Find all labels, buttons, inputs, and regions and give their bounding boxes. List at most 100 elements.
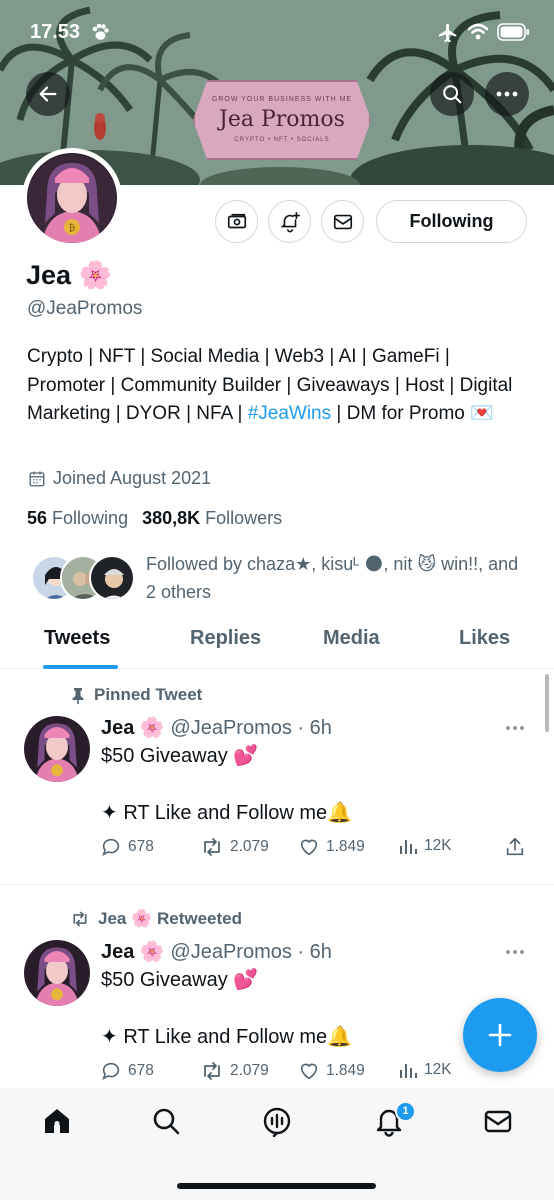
message-button[interactable] bbox=[321, 200, 364, 243]
tweet-header: Jea 🌸 @JeaPromos · 6h bbox=[101, 939, 332, 964]
tweet-more-icon[interactable] bbox=[505, 725, 525, 731]
follower-avatar bbox=[89, 555, 135, 601]
wifi-icon bbox=[468, 23, 488, 40]
pin-icon bbox=[72, 687, 84, 704]
tweet-actions: 678 2.079 1.849 12K bbox=[100, 1060, 530, 1086]
tweet-actions: 678 2.079 1.849 12K bbox=[100, 836, 530, 862]
following-label: Following bbox=[52, 508, 129, 528]
retweet-icon bbox=[204, 838, 220, 856]
scrollbar[interactable] bbox=[545, 674, 549, 732]
like-icon bbox=[300, 839, 318, 856]
tweet-card[interactable]: Jea 🌸 Retweeted Jea 🌸 @JeaPromos · 6h $5… bbox=[0, 909, 554, 1089]
retweeted-text: Jea 🌸 Retweeted bbox=[98, 909, 243, 928]
calendar-icon bbox=[29, 471, 45, 486]
tweet-author-name[interactable]: Jea 🌸 bbox=[101, 717, 165, 739]
tweet-author-name[interactable]: Jea 🌸 bbox=[101, 941, 165, 963]
retweet-button[interactable]: 2.079 bbox=[200, 836, 269, 858]
tweet-avatar[interactable] bbox=[24, 716, 90, 782]
like-button[interactable]: 1.849 bbox=[298, 836, 365, 858]
profile-avatar[interactable]: ₿ bbox=[22, 148, 122, 248]
followers-label: Followers bbox=[205, 508, 283, 528]
joined-text: Joined August 2021 bbox=[53, 468, 212, 488]
share-icon bbox=[506, 837, 524, 856]
reply-icon bbox=[102, 1062, 120, 1080]
views-button[interactable]: 12K bbox=[398, 1060, 452, 1080]
back-button[interactable] bbox=[26, 72, 70, 116]
views-button[interactable]: 12K bbox=[398, 836, 452, 856]
like-icon bbox=[300, 1063, 318, 1080]
tweet-text-line: ✦ RT Like and Follow me🔔 bbox=[101, 802, 353, 824]
like-count: 1.849 bbox=[326, 1062, 365, 1079]
bio-text-end: | DM for Promo 💌 bbox=[331, 403, 494, 424]
tweet-header: Jea 🌸 @JeaPromos · 6h bbox=[101, 715, 332, 740]
promo-tagline: GROW YOUR BUSINESS WITH ME bbox=[211, 96, 353, 103]
retweet-count: 2.079 bbox=[230, 838, 269, 855]
like-button[interactable]: 1.849 bbox=[298, 1060, 365, 1082]
retweet-count: 2.079 bbox=[230, 1062, 269, 1079]
paw-icon bbox=[92, 23, 109, 40]
pinned-text: Pinned Tweet bbox=[94, 685, 203, 704]
tweet-card[interactable]: Pinned Tweet Jea 🌸 @JeaPromos · 6h $50 G… bbox=[0, 685, 554, 880]
tweet-more-icon[interactable] bbox=[505, 949, 525, 955]
reply-button[interactable]: 678 bbox=[100, 836, 154, 858]
followed-by-avatars[interactable] bbox=[31, 555, 135, 601]
search-nav-icon[interactable] bbox=[150, 1105, 182, 1137]
compose-icon bbox=[488, 1023, 512, 1047]
back-icon bbox=[39, 86, 57, 102]
followers-count-link[interactable]: 380,8K Followers bbox=[142, 508, 282, 528]
spaces-icon[interactable] bbox=[261, 1105, 293, 1137]
reply-icon bbox=[102, 838, 120, 856]
bell-plus-icon bbox=[280, 211, 300, 232]
retweeted-label: Jea 🌸 Retweeted bbox=[70, 909, 242, 929]
like-count: 1.849 bbox=[326, 838, 365, 855]
pinned-label: Pinned Tweet bbox=[70, 685, 202, 705]
profile-bio: Crypto | NFT | Social Media | Web3 | AI … bbox=[27, 343, 532, 429]
tweet-text-line: $50 Giveaway 💕 bbox=[101, 969, 259, 991]
active-tab-indicator bbox=[43, 665, 118, 669]
display-name: Jea 🌸 bbox=[26, 260, 113, 290]
messages-icon[interactable] bbox=[482, 1105, 514, 1137]
following-button[interactable]: Following bbox=[376, 200, 527, 243]
reply-count: 678 bbox=[128, 1062, 154, 1079]
followed-by-text[interactable]: Followed by chaza★, kisuᴸ 🌑, nit 😼 win!!… bbox=[146, 550, 526, 606]
notify-button[interactable] bbox=[268, 200, 311, 243]
views-count: 12K bbox=[424, 837, 452, 854]
reply-count: 678 bbox=[128, 838, 154, 855]
promo-name: Jea Promos bbox=[219, 107, 345, 132]
following-count-link[interactable]: 56 Following bbox=[27, 508, 128, 528]
views-icon bbox=[400, 1064, 417, 1078]
tweet-avatar[interactable] bbox=[24, 940, 90, 1006]
tip-button[interactable] bbox=[215, 200, 258, 243]
more-options-button[interactable] bbox=[485, 72, 529, 116]
retweet-button[interactable]: 2.079 bbox=[200, 1060, 269, 1082]
views-count: 12K bbox=[424, 1061, 452, 1078]
promo-subline: CRYPTO • NFT • SOCIALS bbox=[234, 137, 330, 143]
tab-media[interactable]: Media bbox=[323, 627, 380, 650]
tweet-divider bbox=[0, 884, 554, 885]
home-indicator[interactable] bbox=[177, 1183, 376, 1189]
tab-replies[interactable]: Replies bbox=[190, 627, 261, 650]
home-icon[interactable] bbox=[41, 1105, 73, 1137]
share-button[interactable] bbox=[504, 836, 526, 858]
following-count: 56 bbox=[27, 508, 48, 528]
followers-count: 380,8K bbox=[142, 508, 201, 528]
status-time: 17.53 bbox=[30, 21, 81, 43]
search-icon bbox=[443, 85, 462, 104]
views-icon bbox=[400, 840, 417, 854]
search-button[interactable] bbox=[430, 72, 474, 116]
svg-text:₿: ₿ bbox=[69, 223, 76, 234]
compose-tweet-button[interactable] bbox=[463, 998, 537, 1072]
follow-counts: 56 Following 380,8K Followers bbox=[27, 508, 282, 529]
tweet-handle-time: @JeaPromos · 6h bbox=[170, 717, 332, 739]
tab-likes[interactable]: Likes bbox=[459, 627, 510, 650]
money-icon bbox=[227, 213, 246, 228]
joined-date: Joined August 2021 bbox=[28, 468, 211, 489]
profile-handle: @JeaPromos bbox=[27, 298, 143, 319]
tweet-text-line: ✦ RT Like and Follow me🔔 bbox=[101, 1026, 353, 1048]
retweet-icon bbox=[204, 1062, 220, 1080]
tab-tweets[interactable]: Tweets bbox=[44, 627, 110, 650]
reply-button[interactable]: 678 bbox=[100, 1060, 154, 1082]
airplane-icon bbox=[438, 23, 457, 43]
tweet-handle-time: @JeaPromos · 6h bbox=[170, 941, 332, 963]
bio-hashtag-link[interactable]: #JeaWins bbox=[248, 403, 331, 424]
